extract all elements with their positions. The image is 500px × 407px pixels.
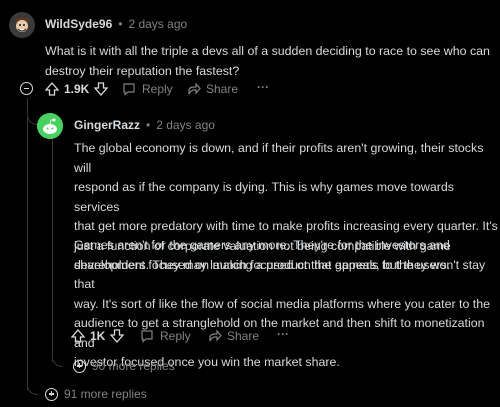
more-replies-inner[interactable]: 90 more replies bbox=[73, 359, 175, 373]
share-label: Share bbox=[227, 329, 260, 343]
commenter-avatar[interactable] bbox=[9, 12, 35, 38]
share-icon bbox=[208, 329, 222, 343]
reply-reply-button[interactable]: Reply bbox=[140, 329, 191, 343]
reply-line: way. It's sort of like the flow of socia… bbox=[74, 296, 491, 311]
comment-share-button[interactable]: Share bbox=[187, 82, 238, 96]
share-label: Share bbox=[206, 82, 239, 96]
reply-label: Reply bbox=[142, 82, 173, 96]
reply-line: that get more predatory with time to mak… bbox=[74, 219, 498, 233]
more-replies-outer-label: 91 more replies bbox=[64, 387, 147, 401]
more-options-icon: ··· bbox=[257, 80, 269, 94]
share-icon bbox=[187, 82, 201, 96]
downvote-icon[interactable] bbox=[110, 329, 125, 343]
reply-vote-bar: 1K bbox=[71, 329, 125, 343]
upvote-icon[interactable] bbox=[71, 329, 85, 343]
reply-paragraph-2: Games aren't for the gamers any more. Th… bbox=[74, 236, 499, 373]
comment-line: What is it with all the triple a devs al… bbox=[45, 44, 490, 58]
reply-vote-count: 1K bbox=[90, 329, 106, 343]
downvote-icon[interactable] bbox=[94, 82, 109, 96]
reply-more-options[interactable]: ··· bbox=[277, 327, 289, 341]
reply-icon bbox=[140, 329, 154, 343]
thread-connector-inner-more bbox=[52, 340, 63, 367]
reply-timestamp: 2 days ago bbox=[156, 118, 215, 132]
upvote-icon[interactable] bbox=[45, 82, 59, 96]
collapse-icon bbox=[20, 82, 33, 95]
separator-dot: • bbox=[146, 118, 151, 132]
reply-line: The global economy is down, and if their… bbox=[74, 141, 484, 175]
comment-more-options[interactable]: ··· bbox=[257, 80, 269, 94]
commenter-username[interactable]: WildSyde96 bbox=[45, 17, 112, 31]
comment-line: destroy their reputation the fastest? bbox=[45, 63, 240, 78]
more-replies-inner-label: 90 more replies bbox=[92, 359, 175, 373]
reply-icon bbox=[122, 82, 136, 96]
more-options-icon: ··· bbox=[277, 327, 289, 341]
thread-connector-outer-more bbox=[27, 368, 38, 395]
comment-reply-button[interactable]: Reply bbox=[122, 82, 173, 96]
thread-line-inner[interactable] bbox=[52, 136, 53, 362]
reply-line: respond as if the company is dying. This… bbox=[74, 180, 454, 214]
reply-label: Reply bbox=[160, 329, 191, 343]
reply-line: shareholders. They may launch focused on… bbox=[74, 257, 486, 292]
expand-icon bbox=[73, 359, 86, 373]
more-replies-outer[interactable]: 91 more replies bbox=[45, 387, 147, 401]
comment-vote-bar: 1.9K bbox=[45, 82, 109, 96]
thread-line-outer[interactable] bbox=[27, 100, 28, 390]
comment-body: What is it with all the triple a devs al… bbox=[45, 42, 495, 81]
comment-timestamp: 2 days ago bbox=[128, 17, 188, 31]
collapse-thread-button[interactable] bbox=[20, 82, 39, 95]
expand-icon bbox=[45, 387, 58, 401]
reply-username[interactable]: GingerRazz bbox=[74, 118, 140, 132]
reply-line: Games aren't for the gamers any more. Th… bbox=[74, 238, 450, 252]
separator-dot: • bbox=[118, 17, 123, 31]
reply-avatar[interactable] bbox=[37, 113, 63, 139]
comment-vote-count: 1.9K bbox=[64, 82, 90, 96]
reply-share-button[interactable]: Share bbox=[208, 329, 259, 343]
